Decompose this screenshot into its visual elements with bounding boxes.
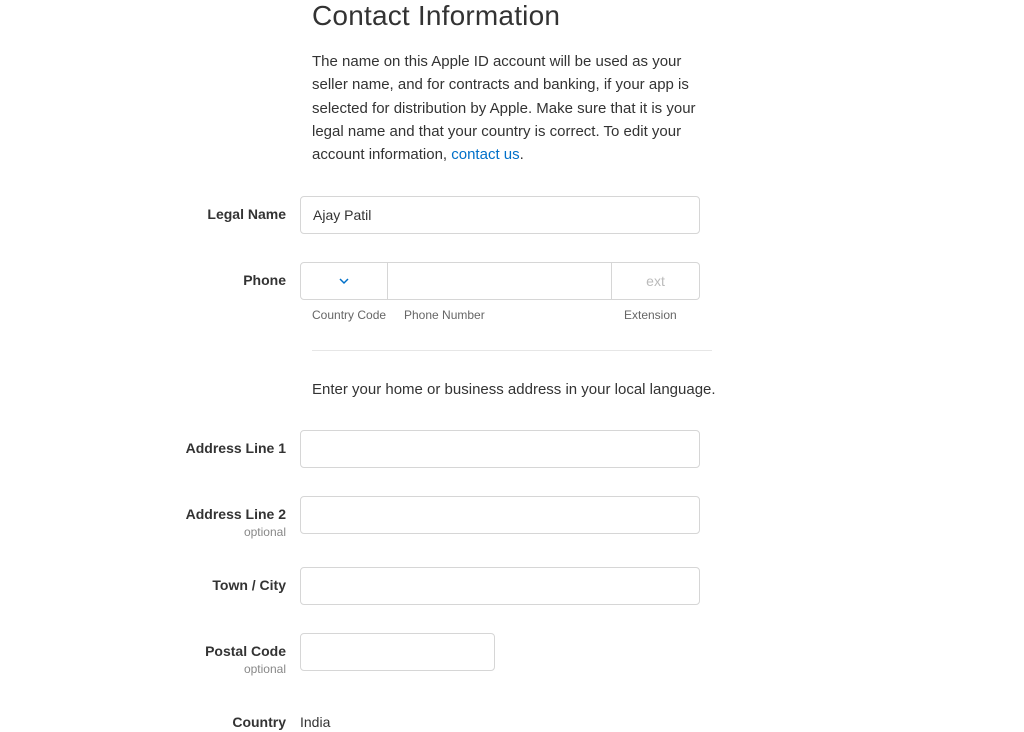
description-period: . <box>520 146 524 163</box>
page-title: Contact Information <box>312 0 1024 32</box>
contact-us-link[interactable]: contact us <box>451 146 519 163</box>
description-text: The name on this Apple ID account will b… <box>312 50 714 166</box>
town-city-label: Town / City <box>212 577 286 593</box>
extension-sublabel: Extension <box>612 308 700 322</box>
phone-number-input[interactable] <box>388 262 612 300</box>
address-line-1-input[interactable] <box>300 430 700 468</box>
legal-name-label: Legal Name <box>207 206 286 222</box>
town-city-input[interactable] <box>300 567 700 605</box>
country-label: Country <box>232 714 286 730</box>
phone-label: Phone <box>243 272 286 288</box>
address-line-2-label: Address Line 2 <box>186 506 286 522</box>
legal-name-input[interactable] <box>300 196 700 234</box>
address-line-2-optional: optional <box>0 525 286 539</box>
phone-number-sublabel: Phone Number <box>388 308 612 322</box>
section-divider <box>312 350 712 351</box>
address-line-2-input[interactable] <box>300 496 700 534</box>
address-line-1-label: Address Line 1 <box>186 440 286 456</box>
country-value: India <box>300 704 700 730</box>
postal-code-input[interactable] <box>300 633 495 671</box>
country-code-sublabel: Country Code <box>300 308 388 322</box>
postal-code-optional: optional <box>0 662 286 676</box>
country-code-select[interactable] <box>300 262 388 300</box>
postal-code-label: Postal Code <box>205 643 286 659</box>
chevron-down-icon <box>338 275 350 287</box>
address-instruction: Enter your home or business address in y… <box>312 381 1024 398</box>
phone-ext-input[interactable] <box>612 262 700 300</box>
